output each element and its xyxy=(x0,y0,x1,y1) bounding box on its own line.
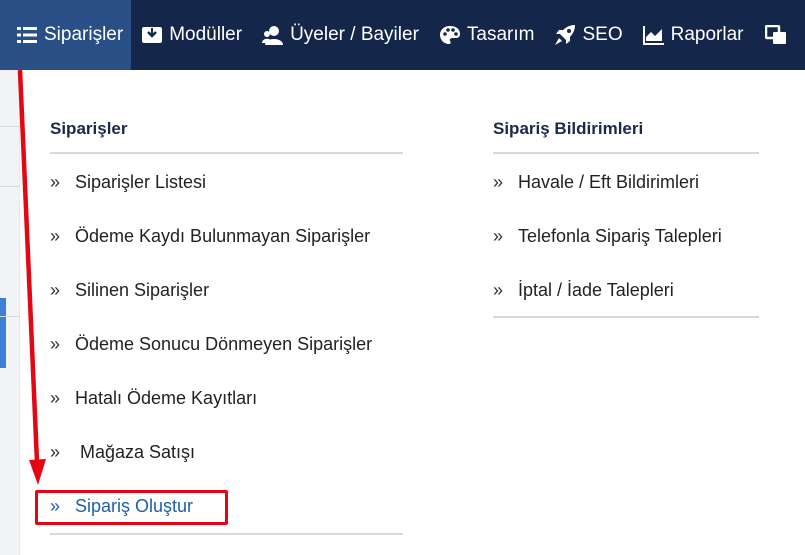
annotation-arrow xyxy=(17,69,46,485)
screenshot-stage: Siparişler Modüller Üyeler / Bayiler Tas… xyxy=(0,0,805,555)
annotation-highlight-box xyxy=(35,490,228,525)
